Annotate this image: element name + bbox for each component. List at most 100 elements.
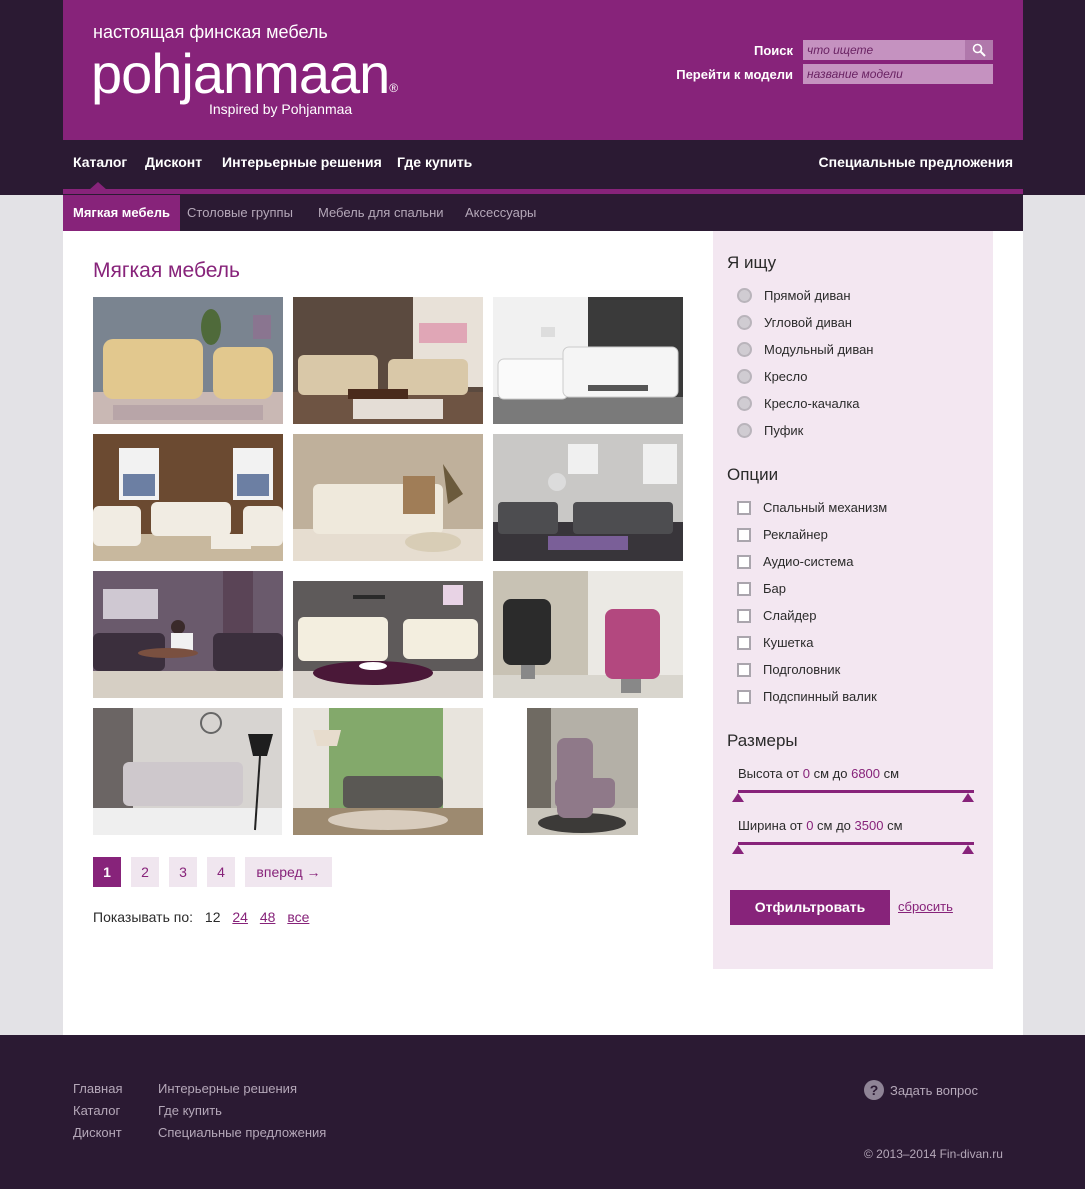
product-thumbnail[interactable]	[493, 434, 683, 561]
next-page-link[interactable]: вперед →	[245, 857, 332, 887]
product-thumbnail[interactable]	[493, 571, 683, 698]
per-page-label: Показывать по:	[93, 909, 194, 925]
footer-link-special-offers[interactable]: Специальные предложения	[158, 1125, 326, 1140]
page-3[interactable]: 3	[169, 857, 197, 887]
checkbox[interactable]	[737, 581, 751, 596]
footer-link-interiors[interactable]: Интерьерные решения	[158, 1081, 297, 1096]
page-4[interactable]: 4	[207, 857, 235, 887]
product-thumbnail[interactable]	[527, 708, 638, 835]
nav-where-to-buy[interactable]: Где купить	[397, 154, 472, 170]
product-thumbnail[interactable]	[493, 297, 683, 424]
product-thumbnail[interactable]	[293, 571, 483, 698]
subnav-bedroom[interactable]: Мебель для спальни	[308, 195, 454, 231]
radio-label: Прямой диван	[764, 288, 851, 303]
height-slider[interactable]	[732, 790, 974, 802]
radio-rocking-chair[interactable]: Кресло-качалка	[737, 396, 860, 411]
search-button[interactable]	[965, 40, 993, 60]
nav-catalog[interactable]: Каталог	[73, 154, 127, 170]
checkbox-recliner[interactable]: Реклайнер	[737, 527, 828, 542]
product-thumbnail[interactable]	[293, 434, 483, 561]
nav-special-offers[interactable]: Специальные предложения	[819, 154, 1013, 170]
radio-label: Модульный диван	[764, 342, 874, 357]
footer-link-where-to-buy[interactable]: Где купить	[158, 1103, 222, 1118]
nav-interiors[interactable]: Интерьерные решения	[222, 154, 382, 170]
radio-modular-sofa[interactable]: Модульный диван	[737, 342, 874, 357]
checkbox[interactable]	[737, 635, 751, 650]
radio-armchair[interactable]: Кресло	[737, 369, 808, 384]
range-text: см до	[813, 818, 855, 833]
page-1[interactable]: 1	[93, 857, 121, 887]
width-slider[interactable]	[732, 842, 974, 854]
footer-link-home[interactable]: Главная	[73, 1081, 122, 1096]
checkbox-couch[interactable]: Кушетка	[737, 635, 813, 650]
ask-question-link[interactable]: ? Задать вопрос	[864, 1080, 978, 1100]
checkbox-label: Подголовник	[763, 662, 841, 677]
page-2[interactable]: 2	[131, 857, 159, 887]
per-page-48[interactable]: 48	[260, 909, 276, 925]
radio-pouf[interactable]: Пуфик	[737, 423, 803, 438]
checkbox[interactable]	[737, 608, 751, 623]
model-label: Перейти к модели	[676, 66, 793, 82]
main-nav: Каталог Дисконт Интерьерные решения Где …	[63, 140, 1023, 190]
options-heading: Опции	[727, 465, 779, 484]
checkbox-label: Подспинный валик	[763, 689, 877, 704]
radio-label: Кресло	[764, 369, 808, 384]
checkbox-label: Спальный механизм	[763, 500, 888, 515]
checkbox[interactable]	[737, 662, 751, 677]
slider-max-handle[interactable]	[962, 845, 974, 854]
radio-button[interactable]	[737, 315, 752, 330]
width-max-value: 3500	[854, 818, 884, 833]
search-icon	[972, 43, 986, 57]
looking-for-heading: Я ищу	[727, 253, 777, 272]
subnav-accessories[interactable]: Аксессуары	[455, 195, 546, 231]
sizes-heading: Размеры	[727, 731, 798, 750]
radio-button[interactable]	[737, 342, 752, 357]
checkbox-headrest[interactable]: Подголовник	[737, 662, 840, 677]
product-thumbnail[interactable]	[93, 434, 283, 561]
sub-nav: Мягкая мебель Столовые группы Мебель для…	[63, 195, 1023, 231]
product-thumbnail[interactable]	[293, 297, 483, 424]
checkbox-lumbar-roll[interactable]: Подспинный валик	[737, 689, 877, 704]
radio-straight-sofa[interactable]: Прямой диван	[737, 288, 851, 303]
product-thumbnail[interactable]	[93, 571, 283, 698]
checkbox-bar[interactable]: Бар	[737, 581, 786, 596]
radio-label: Кресло-качалка	[764, 396, 860, 411]
model-input[interactable]: название модели	[803, 64, 993, 84]
search-row: Поиск что ищете	[754, 40, 993, 60]
checkbox[interactable]	[737, 500, 751, 515]
checkbox[interactable]	[737, 527, 751, 542]
slider-min-handle[interactable]	[732, 845, 744, 854]
range-text: см до	[810, 766, 852, 781]
radio-button[interactable]	[737, 369, 752, 384]
footer-link-discount[interactable]: Дисконт	[73, 1125, 122, 1140]
checkbox-sleeping-mechanism[interactable]: Спальный механизм	[737, 500, 887, 515]
product-thumbnail[interactable]	[93, 297, 283, 424]
subnav-soft-furniture[interactable]: Мягкая мебель	[63, 195, 180, 231]
nav-discount[interactable]: Дисконт	[145, 154, 202, 170]
model-row: Перейти к модели название модели	[676, 64, 993, 84]
slider-max-handle[interactable]	[962, 793, 974, 802]
radio-corner-sofa[interactable]: Угловой диван	[737, 315, 852, 330]
main-content: Мягкая мебель 1 2 3 4 вперед → Показыват…	[63, 231, 1023, 1035]
subnav-dining-groups[interactable]: Столовые группы	[177, 195, 303, 231]
reset-link[interactable]: сбросить	[898, 899, 953, 914]
checkbox-audio-system[interactable]: Аудио-система	[737, 554, 853, 569]
product-thumbnail[interactable]	[293, 708, 483, 835]
copyright: © 2013–2014 Fin-divan.ru	[864, 1147, 1003, 1161]
slider-min-handle[interactable]	[732, 793, 744, 802]
logo[interactable]: pohjanmaan®	[91, 44, 398, 104]
per-page-all[interactable]: все	[287, 909, 309, 925]
filter-button[interactable]: Отфильтровать	[730, 890, 890, 925]
checkbox-slider[interactable]: Слайдер	[737, 608, 817, 623]
radio-button[interactable]	[737, 423, 752, 438]
per-page-24[interactable]: 24	[232, 909, 248, 925]
search-input[interactable]: что ищете	[803, 40, 965, 60]
logo-subtitle: Inspired by Pohjanmaa	[209, 101, 353, 117]
radio-button[interactable]	[737, 396, 752, 411]
width-range-label: Ширина от 0 см до 3500 см	[738, 818, 903, 833]
checkbox[interactable]	[737, 689, 751, 704]
footer-link-catalog[interactable]: Каталог	[73, 1103, 120, 1118]
product-thumbnail[interactable]	[93, 708, 282, 835]
radio-button[interactable]	[737, 288, 752, 303]
checkbox[interactable]	[737, 554, 751, 569]
